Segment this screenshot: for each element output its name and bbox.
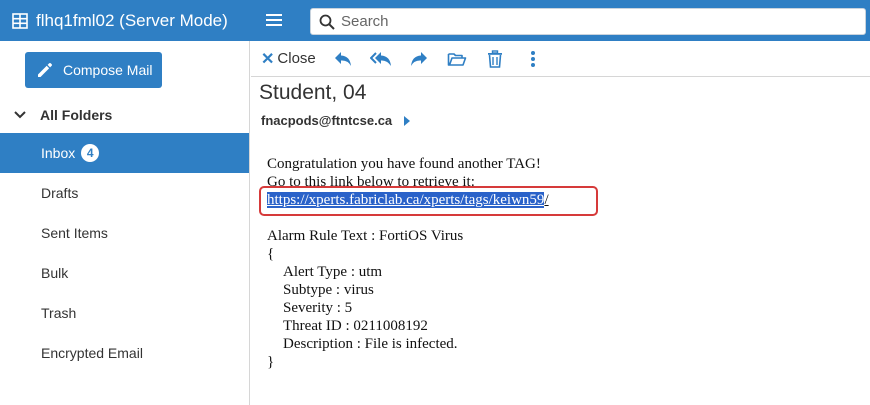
unread-count-badge: 4 <box>81 144 100 162</box>
app-title: flhq1fml02 (Server Mode) <box>12 0 228 41</box>
message-body: Congratulation you have found another TA… <box>267 155 549 371</box>
rule-field: Subtype : virus <box>283 282 374 298</box>
forward-icon[interactable] <box>408 48 430 70</box>
folder-inbox[interactable]: Inbox 4 <box>0 133 249 173</box>
rule-field: Severity : 5 <box>283 300 353 316</box>
app-title-text: flhq1fml02 (Server Mode) <box>36 10 228 30</box>
body-line: Go to this link below to retrieve it: <box>267 174 475 190</box>
search-box <box>310 8 866 35</box>
top-bar: flhq1fml02 (Server Mode) <box>0 0 870 41</box>
reply-all-icon[interactable] <box>369 48 392 70</box>
delete-icon[interactable] <box>484 48 506 70</box>
chevron-down-icon <box>14 111 26 119</box>
compose-mail-label: Compose Mail <box>63 62 153 78</box>
sidebar: Compose Mail All Folders Inbox 4 Drafts … <box>0 41 250 405</box>
close-icon: ✕ <box>261 50 275 68</box>
rule-field: Threat ID : 0211008192 <box>283 318 428 334</box>
folder-label: Bulk <box>41 265 69 281</box>
folder-label: Trash <box>41 305 77 321</box>
message-subject: Student, 04 <box>259 81 367 104</box>
tag-link[interactable]: https://xperts.fabriclab.ca/xperts/tags/… <box>267 191 549 209</box>
rule-field: Alert Type : utm <box>283 264 383 280</box>
reply-icon[interactable] <box>332 48 354 70</box>
folder-sent-items[interactable]: Sent Items <box>0 213 249 253</box>
message-sender: fnacpods@ftntcse.ca <box>261 113 411 128</box>
folder-trash[interactable]: Trash <box>0 293 249 333</box>
search-icon[interactable] <box>319 14 335 30</box>
close-button[interactable]: ✕ Close <box>261 49 316 69</box>
caret-right-icon[interactable] <box>404 115 411 126</box>
search-input[interactable] <box>341 13 841 30</box>
folder-label: Sent Items <box>41 225 108 241</box>
compose-mail-button[interactable]: Compose Mail <box>25 52 162 88</box>
open-brace: { <box>267 246 275 262</box>
rule-field: Description : File is infected. <box>283 336 458 352</box>
sender-address: fnacpods@ftntcse.ca <box>261 113 393 128</box>
close-brace: } <box>267 354 275 370</box>
all-folders-label: All Folders <box>40 107 113 123</box>
folder-encrypted-email[interactable]: Encrypted Email <box>0 333 249 373</box>
apps-grid-icon <box>12 12 28 29</box>
folder-label: Drafts <box>41 185 79 201</box>
tag-link-tail[interactable]: / <box>544 192 548 208</box>
message-toolbar: ✕ Close <box>251 41 870 77</box>
folder-bulk[interactable]: Bulk <box>0 253 249 293</box>
all-folders-toggle[interactable]: All Folders <box>0 100 249 130</box>
hamburger-menu-icon[interactable] <box>264 11 284 29</box>
folder-label: Inbox <box>41 145 76 161</box>
close-label: Close <box>277 50 316 67</box>
folder-drafts[interactable]: Drafts <box>0 173 249 213</box>
rule-title: Alarm Rule Text : FortiOS Virus <box>267 228 464 244</box>
pencil-icon <box>36 61 54 79</box>
more-options-icon[interactable] <box>522 48 544 70</box>
body-line: Congratulation you have found another TA… <box>267 156 541 172</box>
move-to-folder-icon[interactable] <box>446 48 468 70</box>
tag-link-selected[interactable]: https://xperts.fabriclab.ca/xperts/tags/… <box>267 192 545 208</box>
folder-label: Encrypted Email <box>41 345 143 361</box>
